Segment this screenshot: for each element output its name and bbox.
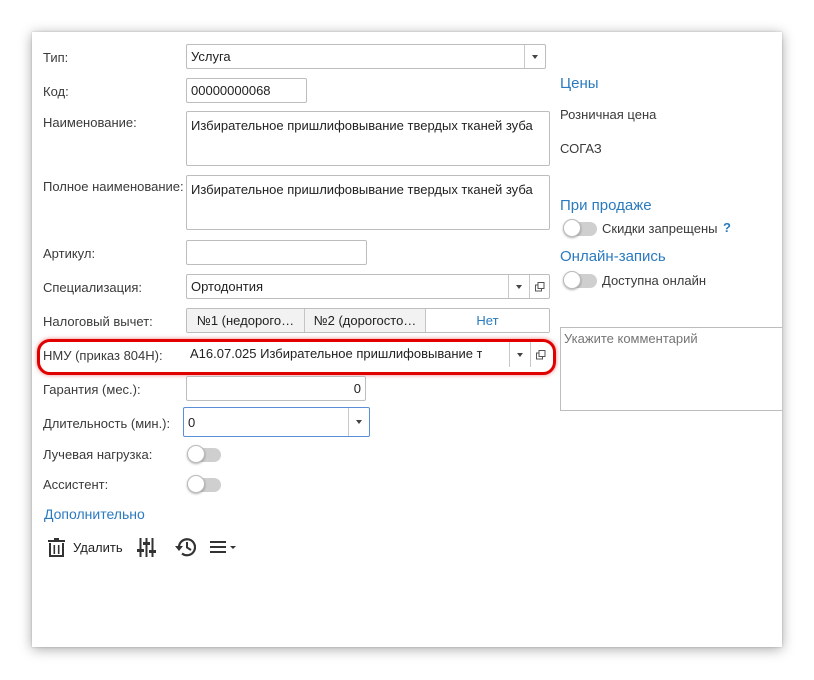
- name-textarea[interactable]: Избирательное пришлифовывание твердых тк…: [186, 111, 550, 166]
- type-select[interactable]: Услуга: [186, 44, 546, 69]
- assistant-label: Ассистент:: [43, 477, 109, 492]
- chevron-down-icon: [532, 54, 538, 59]
- duration-dropdown-button[interactable]: [348, 408, 369, 436]
- open-window-icon: [535, 349, 545, 359]
- type-value: Услуга: [191, 49, 231, 64]
- retail-price-label: Розничная цена: [560, 107, 657, 122]
- tax-label: Налоговый вычет:: [43, 314, 153, 329]
- specialization-open-button[interactable]: [529, 275, 549, 298]
- full-name-textarea[interactable]: Избирательное пришлифовывание твердых тк…: [186, 175, 550, 230]
- sogaz-label: СОГАЗ: [560, 141, 602, 156]
- tax-option-none[interactable]: Нет: [426, 309, 549, 332]
- history-button[interactable]: [174, 536, 196, 558]
- history-icon: [175, 538, 196, 557]
- nmu-dropdown-button[interactable]: [509, 342, 530, 367]
- assistant-toggle[interactable]: [187, 475, 221, 493]
- radiation-label: Лучевая нагрузка:: [43, 447, 153, 462]
- specialization-label: Специализация:: [43, 280, 142, 295]
- warranty-input[interactable]: 0: [186, 376, 366, 401]
- specialization-value: Ортодонтия: [191, 279, 264, 294]
- duration-value: 0: [188, 415, 196, 430]
- delete-label: Удалить: [73, 539, 123, 555]
- full-name-label: Полное наименование:: [43, 179, 184, 194]
- article-label: Артикул:: [43, 246, 96, 261]
- online-toggle[interactable]: [563, 271, 597, 289]
- name-value: Избирательное пришлифовывание твердых тк…: [191, 118, 533, 133]
- sliders-icon: [137, 537, 156, 557]
- name-label: Наименование:: [43, 115, 137, 130]
- code-label: Код:: [43, 84, 69, 99]
- online-label: Доступна онлайн: [602, 273, 707, 288]
- article-input[interactable]: [186, 240, 367, 265]
- radiation-toggle[interactable]: [187, 445, 221, 463]
- duration-select[interactable]: 0: [183, 407, 370, 437]
- discounts-toggle[interactable]: [563, 219, 597, 237]
- discounts-label: Скидки запрещены: [602, 221, 718, 236]
- code-input[interactable]: 00000000068: [186, 78, 307, 103]
- menu-icon: [210, 541, 236, 553]
- code-value: 00000000068: [191, 83, 271, 98]
- open-window-icon: [534, 281, 544, 291]
- warranty-value: 0: [353, 381, 361, 396]
- duration-label: Длительность (мин.):: [43, 416, 171, 431]
- chevron-down-icon: [516, 284, 522, 289]
- specialization-select[interactable]: Ортодонтия: [186, 274, 550, 299]
- more-menu-button[interactable]: [210, 536, 238, 558]
- comment-textarea[interactable]: [560, 327, 782, 411]
- delete-button[interactable]: Удалить: [48, 536, 123, 558]
- tax-segmented-control[interactable]: №1 (недорого… №2 (дорогосто… Нет: [186, 308, 550, 333]
- additional-link[interactable]: Дополнительно: [44, 506, 145, 522]
- online-section-title[interactable]: Онлайн-запись: [560, 248, 666, 265]
- chevron-down-icon: [517, 352, 523, 357]
- type-dropdown-button[interactable]: [524, 45, 545, 68]
- nmu-label: НМУ (приказ 804Н):: [43, 348, 163, 363]
- toggle-knob: [187, 445, 205, 463]
- on-sale-section-title[interactable]: При продаже: [560, 197, 652, 214]
- specialization-dropdown-button[interactable]: [508, 275, 529, 298]
- type-label: Тип:: [43, 50, 69, 65]
- tax-option-2[interactable]: №2 (дорогосто…: [305, 309, 426, 332]
- help-icon[interactable]: ?: [723, 220, 731, 235]
- nmu-select[interactable]: A16.07.025 Избирательное пришлифовывание…: [186, 342, 550, 367]
- settings-button[interactable]: [137, 536, 156, 558]
- nmu-open-button[interactable]: [530, 342, 550, 367]
- chevron-down-icon: [356, 420, 362, 424]
- warranty-label: Гарантия (мес.):: [43, 382, 141, 397]
- toggle-knob: [563, 219, 581, 237]
- toggle-knob: [187, 475, 205, 493]
- trash-icon: [48, 537, 65, 557]
- service-form-card: Тип: Услуга Код: 00000000068 Наименовани…: [32, 32, 782, 647]
- full-name-value: Избирательное пришлифовывание твердых тк…: [191, 182, 533, 197]
- prices-section-title[interactable]: Цены: [560, 75, 599, 92]
- nmu-value: A16.07.025 Избирательное пришлифовывание…: [190, 346, 482, 361]
- toggle-knob: [563, 271, 581, 289]
- tax-option-1[interactable]: №1 (недорого…: [187, 309, 305, 332]
